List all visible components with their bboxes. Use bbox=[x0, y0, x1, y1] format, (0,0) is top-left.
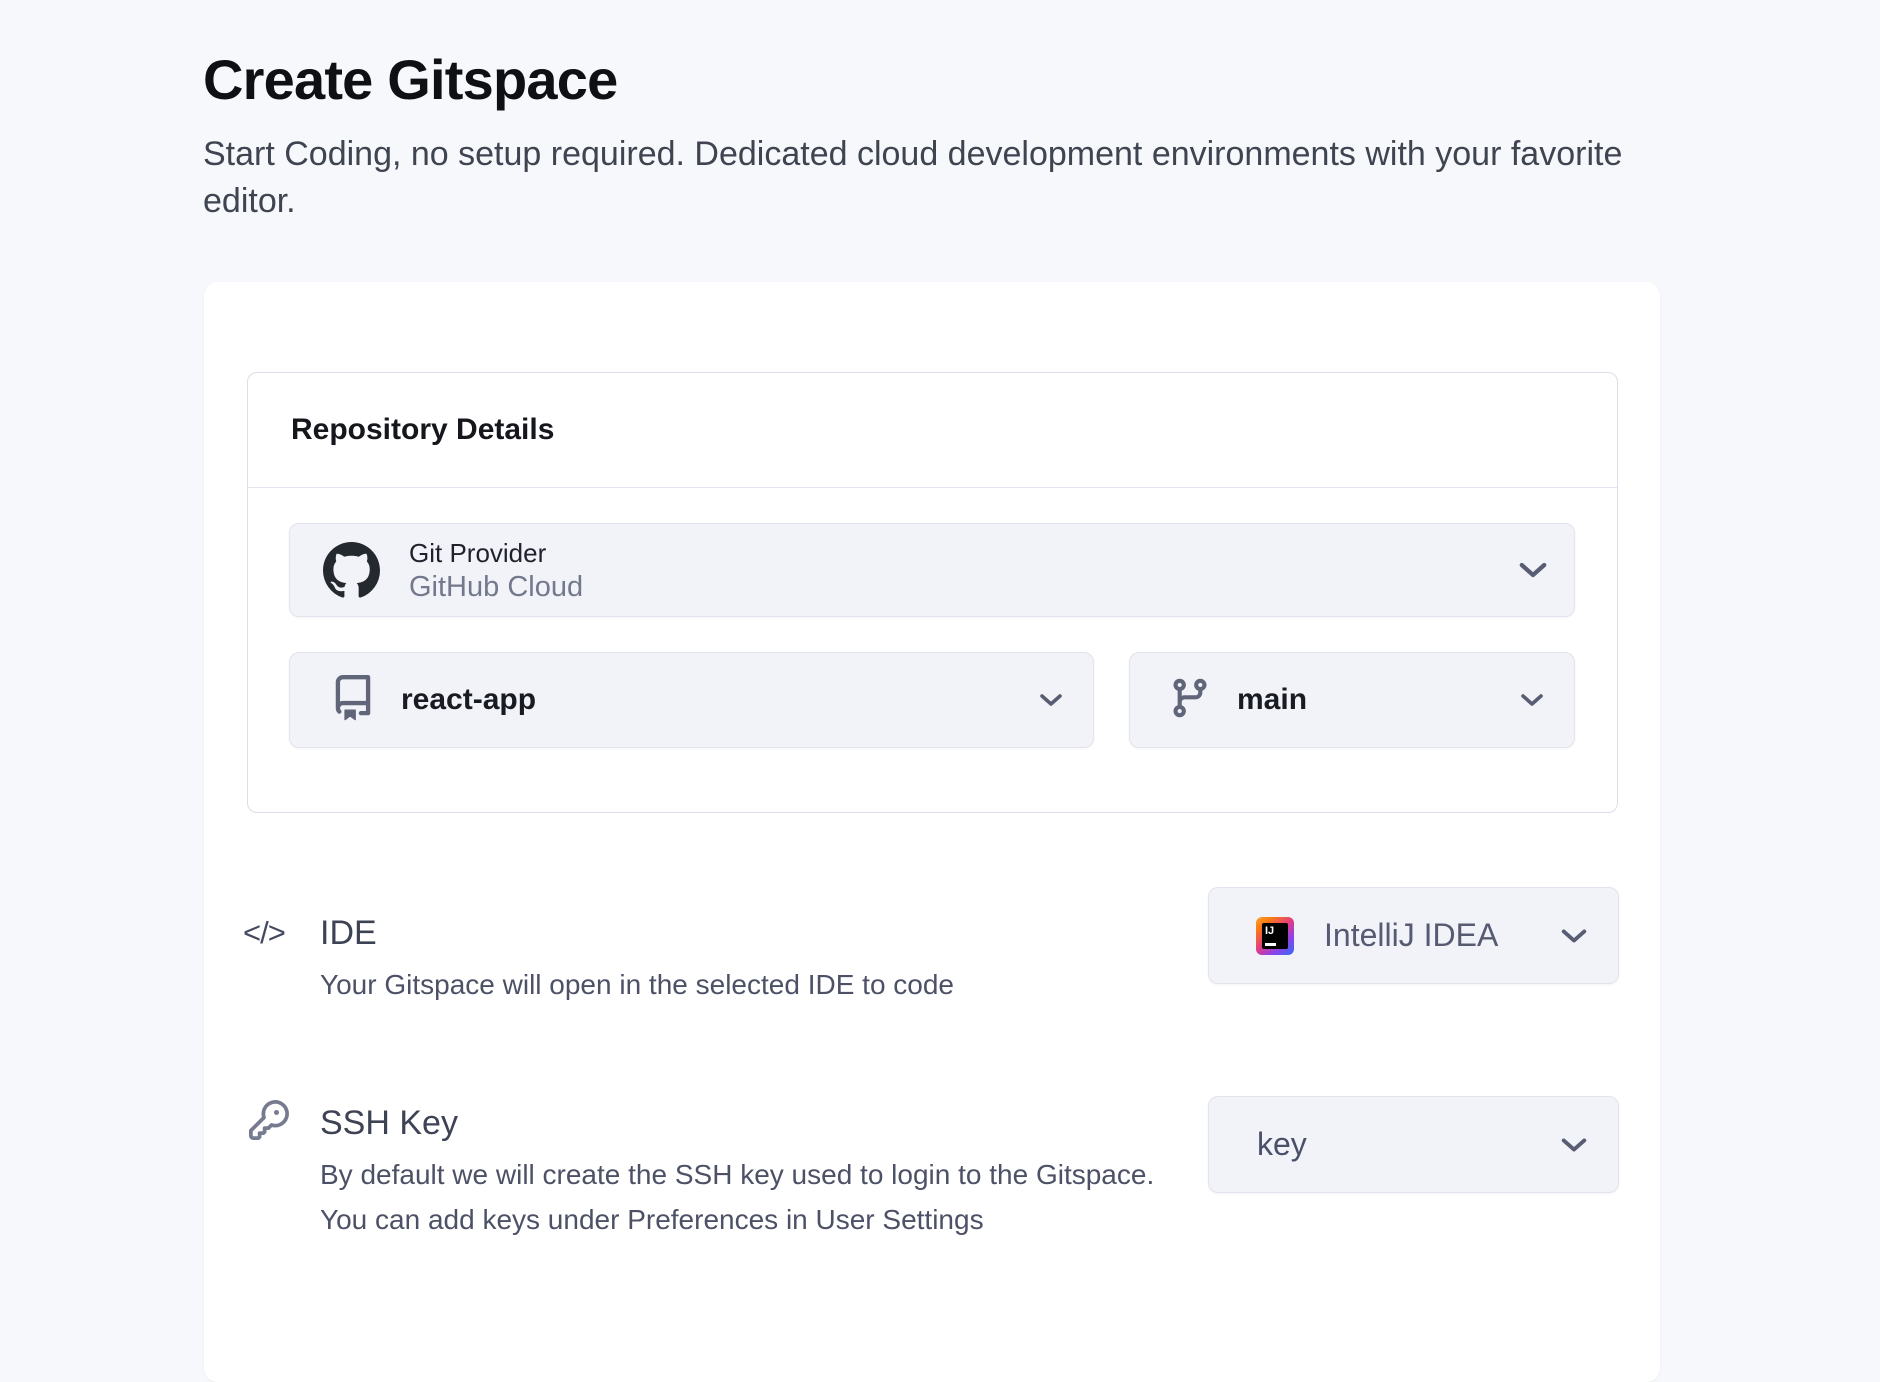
github-icon bbox=[323, 542, 380, 599]
git-provider-texts: Git Provider GitHub Cloud bbox=[409, 537, 583, 604]
branch-select[interactable]: main bbox=[1129, 652, 1575, 748]
intellij-logo-text: IJ bbox=[1265, 925, 1274, 937]
code-icon: </> bbox=[243, 915, 285, 951]
intellij-logo-bar bbox=[1265, 943, 1276, 946]
git-provider-label: Git Provider bbox=[409, 537, 583, 569]
repository-select[interactable]: react-app bbox=[289, 652, 1094, 748]
branch-value: main bbox=[1237, 683, 1307, 717]
ssh-key-label: SSH Key bbox=[320, 1103, 458, 1143]
intellij-idea-icon: IJ bbox=[1256, 917, 1294, 955]
chevron-down-icon bbox=[1520, 693, 1544, 707]
chevron-down-icon bbox=[1560, 928, 1588, 944]
ide-select[interactable]: IJ IntelliJ IDEA bbox=[1208, 887, 1619, 984]
page-subtitle-line2: editor. bbox=[203, 178, 1683, 225]
page-subtitle: Start Coding, no setup required. Dedicat… bbox=[203, 131, 1683, 225]
git-provider-value: GitHub Cloud bbox=[409, 570, 583, 604]
page-subtitle-line1: Start Coding, no setup required. Dedicat… bbox=[203, 131, 1683, 178]
ssh-key-description-line2: You can add keys under Preferences in Us… bbox=[320, 1197, 1154, 1242]
chevron-down-icon bbox=[1560, 1137, 1588, 1153]
ide-value: IntelliJ IDEA bbox=[1324, 917, 1498, 954]
ssh-key-description-line1: By default we will create the SSH key us… bbox=[320, 1152, 1154, 1197]
create-gitspace-page: Create Gitspace Start Coding, no setup r… bbox=[0, 0, 1880, 1240]
repo-book-icon bbox=[330, 675, 376, 726]
repository-details-header: Repository Details bbox=[248, 373, 1617, 488]
chevron-down-icon bbox=[1039, 693, 1063, 707]
key-icon bbox=[249, 1100, 289, 1145]
git-branch-icon bbox=[1168, 676, 1212, 725]
chevron-down-icon bbox=[1518, 561, 1548, 579]
git-provider-select[interactable]: Git Provider GitHub Cloud bbox=[289, 523, 1575, 617]
ssh-key-select[interactable]: key bbox=[1208, 1096, 1619, 1193]
ide-description: Your Gitspace will open in the selected … bbox=[320, 962, 954, 1007]
ssh-key-value: key bbox=[1257, 1126, 1307, 1163]
page-title: Create Gitspace bbox=[203, 47, 617, 113]
ide-label: IDE bbox=[320, 913, 377, 953]
ssh-key-description: By default we will create the SSH key us… bbox=[320, 1152, 1154, 1242]
repository-value: react-app bbox=[401, 683, 536, 717]
intellij-inner-square: IJ bbox=[1262, 923, 1288, 949]
